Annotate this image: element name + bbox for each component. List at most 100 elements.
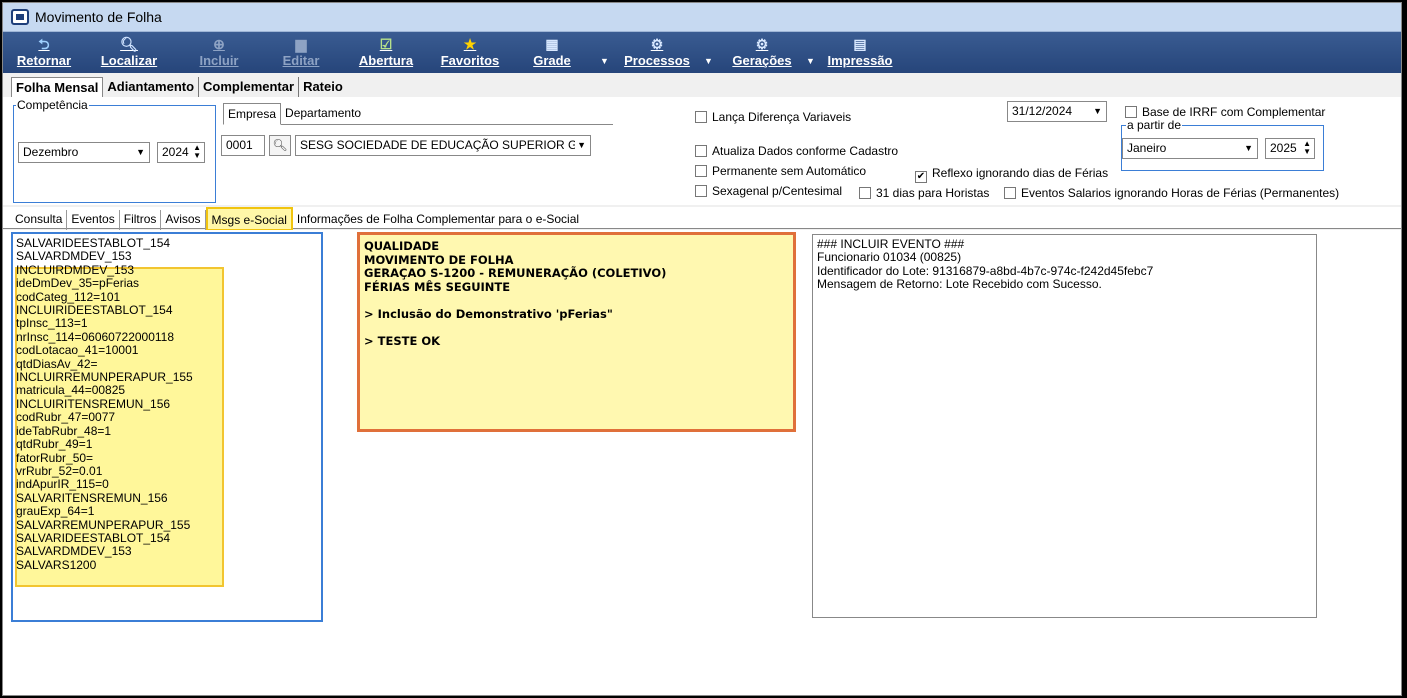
competencia-month-select[interactable]: Dezembro ▼ — [18, 142, 150, 163]
grid-icon: ▦ — [545, 36, 559, 52]
tab-msgs-esocial[interactable]: Msgs e-Social — [205, 207, 293, 231]
note-line — [364, 322, 789, 336]
a-partir-de-year-spinner[interactable]: 2025 ▲ ▼ — [1265, 138, 1315, 159]
note-line: > TESTE OK — [364, 334, 441, 349]
permanente-checkbox[interactable]: Permanente sem Automático — [695, 164, 866, 178]
checkbox-box — [695, 185, 707, 197]
edit-icon: ▆ — [295, 36, 307, 52]
message-line: SALVARITENSREMUN_156 — [16, 490, 168, 505]
lanca-diferenca-checkbox[interactable]: Lança Diferença Variaveis — [695, 110, 851, 124]
log-line: Funcionario 01034 (00825) — [817, 250, 962, 265]
app-icon — [11, 9, 29, 25]
dias31-checkbox[interactable]: 31 dias para Horistas — [859, 186, 989, 200]
sexagenal-checkbox[interactable]: Sexagenal p/Centesimal — [695, 184, 842, 198]
chevron-down-icon: ▼ — [1244, 143, 1253, 153]
tab-empresa[interactable]: Empresa — [223, 103, 282, 125]
tab-complementar[interactable]: Complementar — [199, 77, 300, 97]
note-line — [364, 294, 789, 308]
gear-icon: ⚙ — [755, 36, 769, 52]
geracoes-button[interactable]: ⚙ Gerações — [725, 32, 799, 73]
tab-departamento[interactable]: Departamento — [281, 103, 365, 124]
note-line: FÉRIAS MÊS SEGUINTE — [364, 279, 511, 294]
message-line: matricula_44=00825 — [16, 383, 126, 398]
reflexo-checkbox[interactable]: ✔ Reflexo ignorando dias de Férias — [915, 166, 1108, 183]
message-line: tpInsc_113=1 — [16, 316, 88, 331]
empresa-code-input[interactable]: 0001 — [221, 135, 265, 156]
plus-circle-icon: ⊕ — [213, 36, 225, 52]
message-line: SALVARIDEESTABLOT_154 — [16, 236, 171, 250]
tab-rateio[interactable]: Rateio — [299, 77, 347, 97]
message-line: INCLUIRITENSREMUN_156 — [16, 396, 171, 411]
empresa-name-select[interactable]: SESG SOCIEDADE DE EDUCAÇÃO SUPERIOR G ▼ — [295, 135, 591, 156]
main-window: Movimento de Folha ⮌ Retornar 🔍︎ Localiz… — [2, 2, 1402, 696]
incluir-button[interactable]: ⊕ Incluir — [193, 32, 245, 73]
message-line: grauExp_64=1 — [16, 504, 95, 519]
main-tabs: Folha Mensal Adiantamento Complementar R… — [11, 77, 347, 97]
a-partir-de-month-select[interactable]: Janeiro ▼ — [1122, 138, 1258, 159]
message-line: SALVARDMDEV_153 — [16, 249, 132, 264]
tab-avisos[interactable]: Avisos — [161, 210, 206, 231]
date-select[interactable]: 31/12/2024 ▼ — [1007, 101, 1107, 122]
message-line: codCateg_112=101 — [16, 289, 121, 304]
esocial-message-list[interactable]: SALVARIDEESTABLOT_154 SALVARDMDEV_153 INCL… — [11, 232, 323, 622]
note-line: GERAÇAO S-1200 - REMUNERAÇÃO (COLETIVO) — [364, 266, 667, 281]
chevron-down-icon: ▼ — [136, 147, 145, 157]
grade-button[interactable]: ▦ Grade — [529, 32, 575, 73]
message-line: INCLUIRDMDEV_153 — [16, 262, 135, 277]
sub-tabs: Consulta Eventos Filtros Avisos Msgs e-S… — [3, 207, 1401, 231]
processos-button[interactable]: ⚙ Processos — [619, 32, 695, 73]
base-irrf-checkbox[interactable]: Base de IRRF com Complementar — [1125, 105, 1325, 119]
header-panel: Competência Dezembro ▼ 2024 ▲ ▼ Empresa D… — [3, 97, 1401, 205]
atualiza-dados-checkbox[interactable]: Atualiza Dados conforme Cadastro — [695, 144, 898, 158]
processos-dropdown-arrow[interactable]: ▼ — [704, 56, 713, 66]
empresa-search-button[interactable]: 🔍︎ — [269, 135, 291, 156]
checkbox-box — [695, 111, 707, 123]
a-partir-de-group: a partir de Janeiro ▼ 2025 ▲ ▼ — [1121, 118, 1324, 171]
window-title: Movimento de Folha — [35, 9, 162, 25]
checkbox-box — [1125, 106, 1137, 118]
eventos-salarios-checkbox[interactable]: Eventos Salarios ignorando Horas de Féri… — [1004, 186, 1339, 200]
checkbox-box — [859, 187, 871, 199]
message-line: nrInsc_114=06060722000118 — [16, 329, 175, 344]
test-note: QUALIDADE MOVIMENTO DE FOLHA GERAÇAO S-120… — [357, 232, 796, 432]
impressao-button[interactable]: ▤ Impressão — [823, 32, 897, 73]
tab-folha-mensal[interactable]: Folha Mensal — [11, 77, 104, 97]
spinner-arrows-icon[interactable]: ▲ ▼ — [1303, 140, 1311, 156]
a-partir-de-legend: a partir de — [1126, 118, 1183, 132]
title-bar: Movimento de Folha — [3, 3, 1401, 32]
tab-eventos[interactable]: Eventos — [67, 210, 120, 231]
toolbar: ⮌ Retornar 🔍︎ Localizar ⊕ Incluir ▆ Edit… — [3, 32, 1401, 73]
empresa-tabs: Empresa Departamento — [223, 103, 613, 125]
tab-filtros[interactable]: Filtros — [120, 210, 162, 231]
editar-button[interactable]: ▆ Editar — [273, 32, 329, 73]
geracoes-dropdown-arrow[interactable]: ▼ — [806, 56, 815, 66]
magnifier-icon: 🔍︎ — [120, 36, 138, 52]
process-icon: ⚙ — [650, 36, 664, 52]
edge-mark — [1402, 345, 1405, 351]
message-line: SALVARREMUNPERAPUR_155 — [16, 517, 191, 532]
return-log[interactable]: ### INCLUIR EVENTO ### Funcionario 01034 … — [812, 234, 1317, 618]
search-icon: 🔍︎ — [272, 138, 288, 152]
message-line: INCLUIRIDEESTABLOT_154 — [16, 303, 173, 318]
message-lines: SALVARIDEESTABLOT_154 SALVARDMDEV_153 INCL… — [16, 236, 321, 572]
return-arrow-icon: ⮌ — [38, 36, 50, 52]
retornar-button[interactable]: ⮌ Retornar — [13, 32, 75, 73]
checkbox-box — [695, 165, 707, 177]
chevron-down-icon: ▼ — [1093, 106, 1102, 116]
message-line: SALVARIDEESTABLOT_154 — [16, 530, 171, 545]
message-line: ideTabRubr_48=1 — [16, 423, 112, 438]
note-line: QUALIDADE — [364, 239, 440, 253]
abertura-button[interactable]: ☑ Abertura — [355, 32, 417, 73]
localizar-button[interactable]: 🔍︎ Localizar — [87, 32, 171, 73]
grade-dropdown-arrow[interactable]: ▼ — [600, 56, 609, 66]
favoritos-button[interactable]: ★ Favoritos — [435, 32, 505, 73]
spinner-arrows-icon[interactable]: ▲ ▼ — [193, 144, 201, 160]
content-area: SALVARIDEESTABLOT_154 SALVARDMDEV_153 INCL… — [3, 230, 1401, 695]
tab-consulta[interactable]: Consulta — [11, 210, 68, 231]
message-line: vrRubr_52=0.01 — [16, 463, 103, 478]
tab-adiantamento[interactable]: Adiantamento — [103, 77, 200, 97]
competencia-legend: Competência — [16, 98, 89, 112]
competencia-year-spinner[interactable]: 2024 ▲ ▼ — [157, 142, 205, 163]
tab-informacoes-folha-complementar[interactable]: Informações de Folha Complementar para o… — [293, 210, 583, 231]
check-icon: ✔ — [915, 171, 927, 183]
